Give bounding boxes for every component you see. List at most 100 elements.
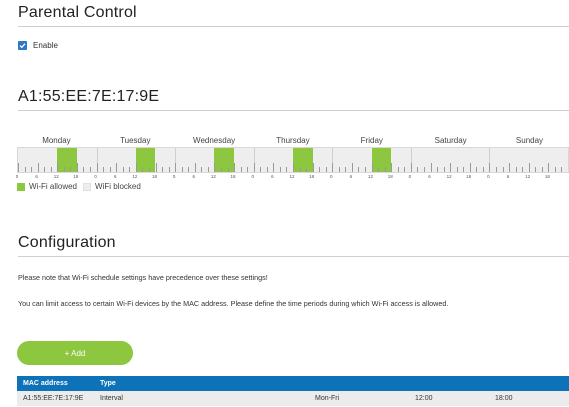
hour-tick (44, 167, 46, 172)
table-row[interactable]: A1:55:EE:7E:17:9E Interval Mon-Fri 12:00… (17, 391, 569, 406)
hour-tick (312, 163, 314, 172)
hour-tick (227, 167, 229, 172)
mac-table: MAC address Type A1:55:EE:7E:17:9E Inter… (17, 376, 569, 406)
legend-allowed-label: Wi-Fi allowed (29, 182, 78, 191)
hour-tick-label: 18 (387, 174, 393, 179)
hour-tick (266, 167, 268, 172)
hour-tick (103, 167, 105, 172)
hour-tick-label: 0 (330, 174, 333, 179)
hour-tick-label: 12 (525, 174, 531, 179)
hour-tick-label: 12 (289, 174, 295, 179)
hour-tick-label: 0 (172, 174, 176, 179)
hour-tick (286, 167, 288, 172)
hour-tick (535, 167, 537, 172)
hour-tick (410, 163, 412, 172)
allowed-block-friday[interactable] (371, 148, 392, 172)
hour-tick (548, 163, 550, 172)
hour-tick (345, 167, 347, 172)
hour-tick-label: 18 (151, 174, 158, 179)
hour-tick (443, 167, 445, 172)
hour-tick (148, 167, 150, 172)
add-button[interactable]: + Add (17, 341, 133, 365)
hour-tick (325, 167, 327, 172)
hour-tick (332, 163, 334, 172)
hour-tick (358, 167, 360, 172)
cell-mac: A1:55:EE:7E:17:9E (23, 395, 84, 402)
enable-checkbox-row[interactable]: Enable (18, 41, 58, 50)
hour-tick (181, 167, 183, 172)
hour-tick-label: 6 (428, 174, 431, 179)
hour-tick (194, 163, 196, 172)
hour-tick (541, 167, 543, 172)
allowed-block-wednesday[interactable] (214, 148, 235, 172)
hour-tick (528, 163, 530, 172)
hour-tick (476, 167, 478, 172)
hour-tick (273, 163, 275, 172)
hour-tick (423, 167, 425, 172)
day-label-tuesday: Tuesday (120, 136, 151, 145)
hour-tick (489, 163, 491, 172)
hour-tick (18, 163, 19, 172)
hour-tick-label: 12 (132, 174, 138, 179)
hour-tick (293, 163, 294, 172)
hour-tick (404, 167, 406, 172)
hour-tick-labels: 0 6 12 18 0 6 12 18 0 6 12 18 0 6 12 18 0 6 12 18 0 6 12 18 0 6 12… (15, 173, 569, 181)
hour-tick-label: 18 (544, 174, 550, 179)
hour-tick (509, 163, 511, 172)
hour-tick (116, 163, 118, 172)
column-header-mac: MAC address (23, 380, 68, 387)
hour-tick (351, 163, 353, 172)
allowed-block-tuesday[interactable] (135, 148, 156, 172)
hour-tick (50, 167, 52, 172)
hour-tick (253, 163, 255, 172)
hour-tick-label: 18 (73, 174, 79, 179)
day-label-saturday: Saturday (434, 136, 467, 145)
hour-tick (417, 167, 419, 172)
allowed-block-monday[interactable] (57, 148, 77, 172)
enable-checkbox[interactable] (18, 41, 27, 50)
day-label-friday: Friday (360, 136, 383, 145)
device-mac-title: A1:55:EE:7E:17:9E (18, 88, 569, 111)
hour-tick-label: 0 (408, 174, 412, 179)
hour-tick (31, 167, 33, 172)
hour-tick-label: 12 (53, 174, 59, 179)
hour-tick (96, 163, 98, 172)
allowed-block-thursday[interactable] (293, 148, 313, 172)
hour-tick (463, 167, 465, 172)
mac-limit-note: You can limit access to certain Wi-Fi de… (18, 299, 449, 308)
schedule-track[interactable] (17, 147, 569, 173)
hour-tick (122, 167, 124, 172)
day-label-wednesday: Wednesday (193, 136, 236, 145)
hour-tick (391, 163, 393, 172)
hour-tick (155, 163, 157, 172)
hour-tick (37, 163, 39, 172)
hour-tick (482, 167, 484, 172)
hour-tick (437, 167, 439, 172)
hour-tick (561, 167, 563, 172)
day-labels: Monday Tuesday Wednesday Thursday Friday Satu… (17, 136, 569, 147)
hour-tick (214, 163, 216, 172)
day-label-monday: Monday (42, 136, 71, 145)
hour-tick (397, 167, 399, 172)
hour-tick (83, 167, 85, 172)
hour-tick (554, 167, 556, 172)
hour-tick (430, 163, 432, 172)
hour-tick-label: 18 (230, 174, 236, 179)
hour-tick-label: 0 (15, 174, 19, 179)
hour-tick (63, 167, 65, 172)
hour-tick (207, 167, 209, 172)
hour-tick (495, 167, 497, 172)
hour-tick (522, 167, 524, 172)
legend-blocked-swatch (83, 182, 92, 191)
hour-tick-label: 6 (349, 174, 353, 179)
hour-tick (70, 167, 72, 172)
hour-tick (240, 167, 242, 172)
hour-tick-label: 18 (309, 174, 315, 179)
hour-tick-label: 0 (251, 174, 254, 179)
hour-tick-label: 12 (368, 174, 374, 179)
hour-tick-label: 6 (271, 174, 274, 179)
cell-start: 12:00 (415, 395, 433, 402)
hour-tick-label: 12 (446, 174, 452, 179)
cell-type: Interval (100, 395, 123, 402)
schedule-legend: Wi-Fi allowed WiFi blocked (17, 182, 141, 191)
